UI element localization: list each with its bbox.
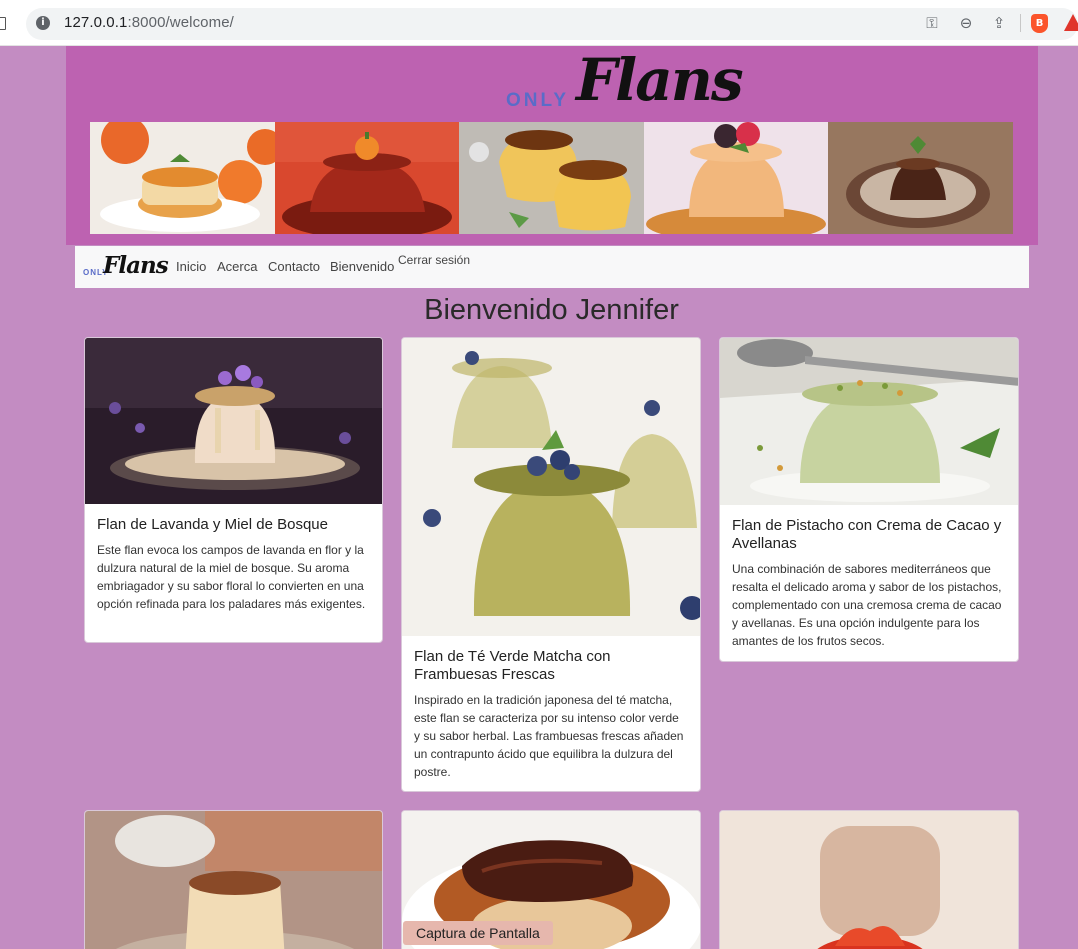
card-body: Flan de Pistacho con Crema de Cacao y Av…: [720, 505, 1018, 660]
card-title: Flan de Lavanda y Miel de Bosque: [97, 516, 328, 533]
card-image-lavender-flan: [85, 338, 382, 504]
main-navbar: ONLY Flans Inicio Acerca Contacto Bienve…: [75, 246, 1029, 288]
logo-only-text: ONLY: [506, 90, 570, 111]
site-logo[interactable]: ONLY Flans: [506, 46, 746, 122]
card-text: Inspirado en la tradición japonesa del t…: [414, 693, 684, 779]
card-image-matcha-flan: [402, 338, 700, 636]
nav-link-cerrar-sesion[interactable]: Cerrar sesión: [398, 253, 470, 267]
url-text[interactable]: 127.0.0.1:8000/welcome/: [64, 14, 234, 31]
share-icon[interactable]: ⇪: [989, 13, 1009, 33]
flan-card[interactable]: [84, 810, 383, 949]
card-title: Flan de Té Verde Matcha con Frambuesas F…: [414, 648, 611, 683]
brave-rewards-icon[interactable]: [1064, 14, 1078, 31]
card-text: Este flan evoca los campos de lavanda en…: [97, 543, 366, 611]
banner-image-flan-caramel-orange: [459, 122, 644, 234]
bookmark-icon[interactable]: [0, 17, 6, 30]
banner-image-flan-chocolate: [828, 122, 1013, 234]
toolbar-separator: [1020, 14, 1021, 32]
card-image-coffee-flan: [720, 811, 1018, 949]
card-body: Flan de Té Verde Matcha con Frambuesas F…: [402, 636, 700, 791]
key-icon[interactable]: ⚿: [922, 13, 942, 33]
card-title: Flan de Pistacho con Crema de Cacao y Av…: [732, 517, 1002, 552]
logo-flans-text: Flans: [576, 46, 744, 114]
zoom-out-icon[interactable]: ⊖: [956, 13, 976, 33]
banner-image-flan-pumpkin: [274, 122, 460, 234]
card-text: Una combinación de sabores mediterráneos…: [732, 562, 1002, 648]
flan-card[interactable]: [719, 810, 1019, 949]
info-icon[interactable]: i: [36, 16, 50, 30]
page-title: Bienvenido Jennifer: [424, 294, 679, 326]
flan-card[interactable]: Flan de Pistacho con Crema de Cacao y Av…: [719, 337, 1019, 662]
navbar-brand[interactable]: ONLY Flans: [83, 250, 169, 284]
flan-card[interactable]: Flan de Té Verde Matcha con Frambuesas F…: [401, 337, 701, 792]
flan-card[interactable]: Flan de Lavanda y Miel de Bosque Este fl…: [84, 337, 383, 643]
nav-link-contacto[interactable]: Contacto: [268, 259, 320, 274]
card-image-caramel-flan: [85, 811, 382, 949]
nav-link-acerca[interactable]: Acerca: [217, 259, 257, 274]
brave-icon[interactable]: B: [1031, 14, 1048, 33]
header-banner: ONLY Flans: [66, 46, 1038, 245]
nav-link-bienvenido[interactable]: Bienvenido: [330, 259, 394, 274]
nav-link-inicio[interactable]: Inicio: [176, 259, 206, 274]
card-body: Flan de Lavanda y Miel de Bosque Este fl…: [85, 504, 382, 623]
banner-image-flan-berries: [643, 122, 829, 234]
card-image-pistachio-flan: [720, 338, 1018, 505]
browser-toolbar: i 127.0.0.1:8000/welcome/ ⚿ ⊖ ⇪ B: [0, 0, 1078, 46]
screenshot-tooltip: Captura de Pantalla: [403, 921, 553, 945]
banner-image-strip: [90, 122, 1013, 234]
banner-image-flan-orange: [90, 122, 275, 234]
brand-flans-text: Flans: [103, 252, 169, 279]
